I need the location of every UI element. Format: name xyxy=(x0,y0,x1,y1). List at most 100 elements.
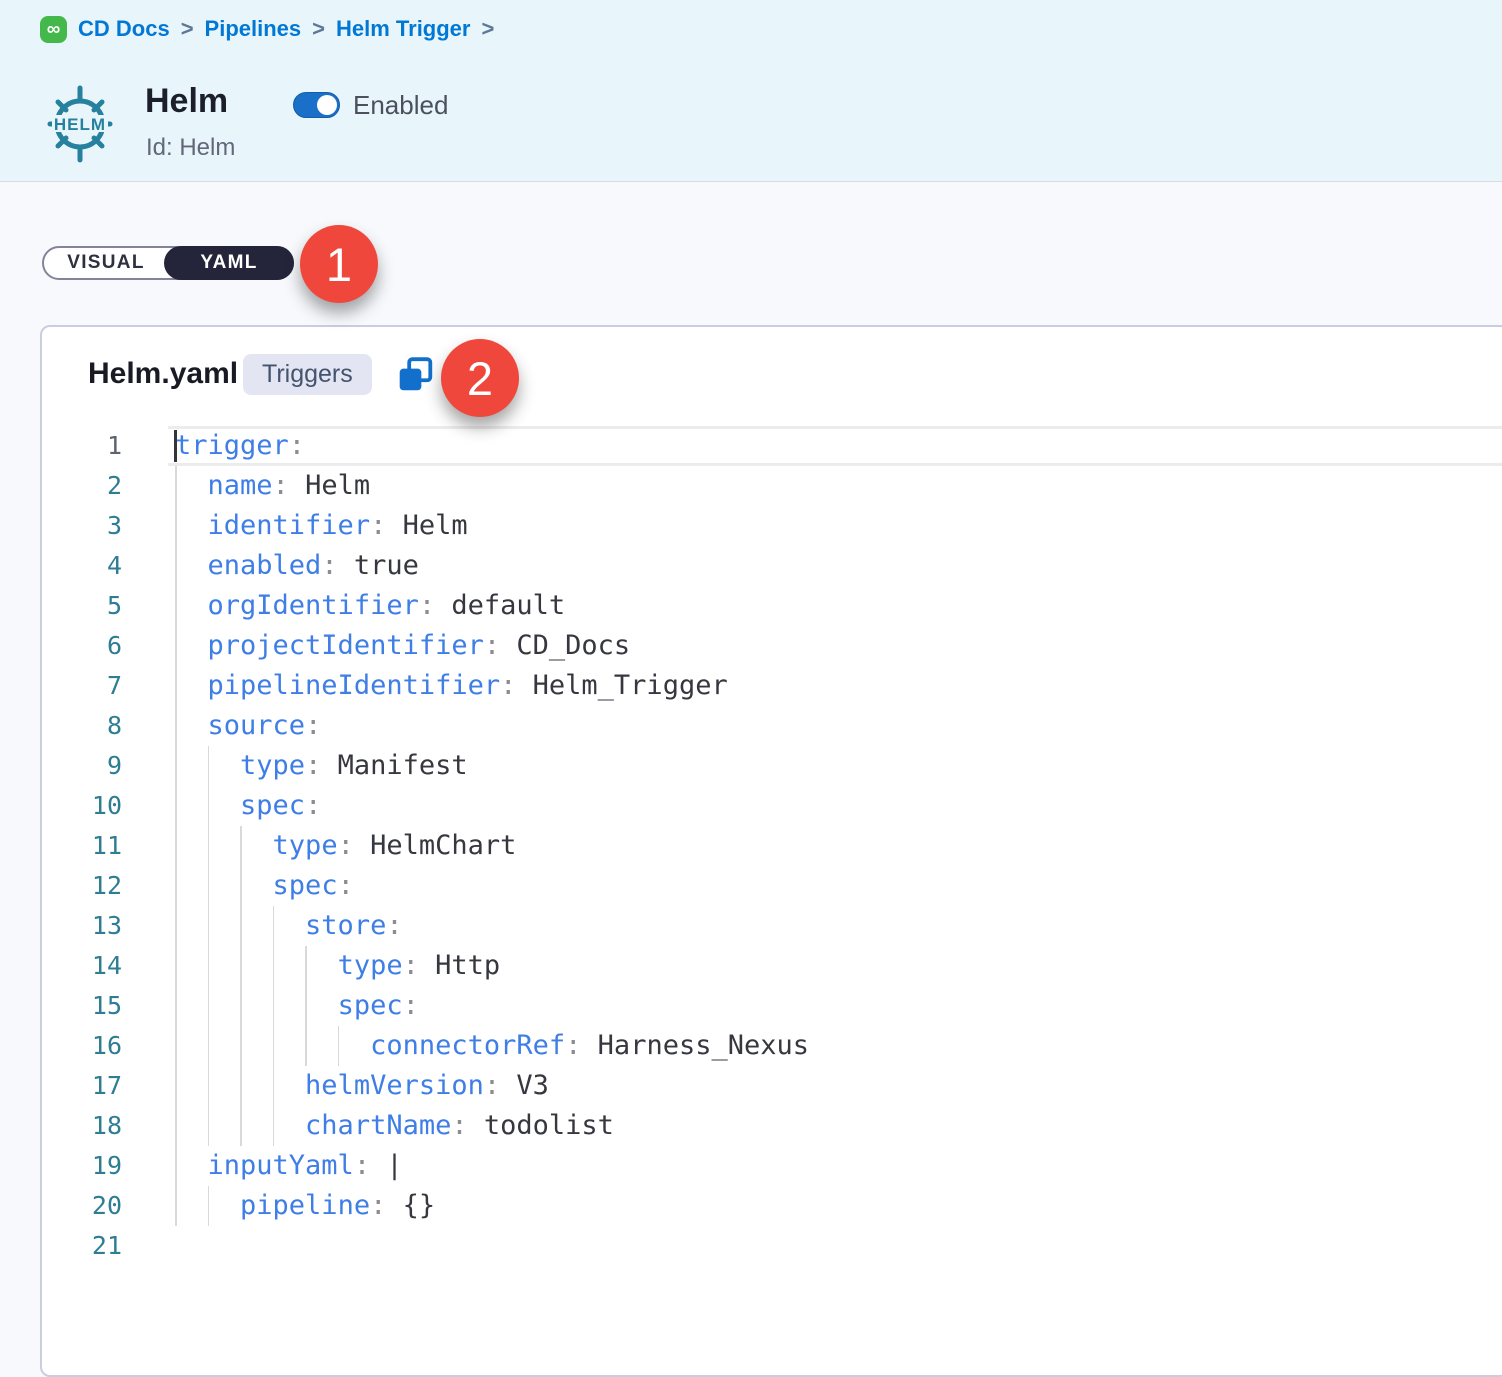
line-number: 21 xyxy=(42,1226,122,1266)
helm-logo: HELM xyxy=(42,82,118,166)
indent-guide xyxy=(273,1066,275,1106)
line-number: 3 xyxy=(42,506,122,546)
enabled-toggle[interactable] xyxy=(293,92,340,118)
code-line-content: spec: xyxy=(175,786,1502,826)
indent-guide xyxy=(208,826,210,866)
line-number: 8 xyxy=(42,706,122,746)
code-line[interactable]: 8 source: xyxy=(42,706,1502,746)
indent-guide xyxy=(175,946,177,986)
indent-guide xyxy=(175,666,177,706)
code-line-content xyxy=(175,1226,1502,1266)
yaml-key: enabled xyxy=(208,550,322,581)
indent-guide xyxy=(175,466,177,506)
code-line[interactable]: 14 type: Http xyxy=(42,946,1502,986)
code-line[interactable]: 13 store: xyxy=(42,906,1502,946)
code-line-content: inputYaml: | xyxy=(175,1146,1502,1186)
yaml-key: connectorRef xyxy=(370,1030,565,1061)
indent-guide xyxy=(240,946,242,986)
code-line-content: pipelineIdentifier: Helm_Trigger xyxy=(175,666,1502,706)
page-header: ∞ CD Docs>Pipelines>Helm Trigger> HELM H… xyxy=(0,0,1502,182)
breadcrumb-separator: > xyxy=(181,16,194,42)
indent-guide xyxy=(240,826,242,866)
code-line[interactable]: 17 helmVersion: V3 xyxy=(42,1066,1502,1106)
line-number: 6 xyxy=(42,626,122,666)
line-number: 19 xyxy=(42,1146,122,1186)
yaml-value: {} xyxy=(386,1190,435,1221)
code-line[interactable]: 15 spec: xyxy=(42,986,1502,1026)
indent-guide xyxy=(208,786,210,826)
code-line[interactable]: 18 chartName: todolist xyxy=(42,1106,1502,1146)
tab-visual[interactable]: VISUAL xyxy=(44,248,168,278)
code-line-content: spec: xyxy=(175,866,1502,906)
svg-text:HELM: HELM xyxy=(54,115,106,134)
breadcrumb-link[interactable]: Pipelines xyxy=(205,16,302,42)
annotation-badge-1: 1 xyxy=(300,225,378,303)
tab-yaml[interactable]: YAML xyxy=(164,246,294,280)
indent-guide xyxy=(208,1066,210,1106)
indent-guide xyxy=(305,946,307,986)
code-line[interactable]: 7 pipelineIdentifier: Helm_Trigger xyxy=(42,666,1502,706)
yaml-value: CD_Docs xyxy=(500,630,630,661)
code-line[interactable]: 1trigger: xyxy=(42,426,1502,466)
indent-guide xyxy=(273,946,275,986)
copy-icon[interactable] xyxy=(396,356,434,394)
indent-guide xyxy=(175,626,177,666)
code-line[interactable]: 21 xyxy=(42,1226,1502,1266)
indent-guide xyxy=(175,1026,177,1066)
line-number: 5 xyxy=(42,586,122,626)
line-number: 10 xyxy=(42,786,122,826)
code-line-content: pipeline: {} xyxy=(175,1186,1502,1226)
code-line-content: type: HelmChart xyxy=(175,826,1502,866)
yaml-key: source xyxy=(208,710,306,741)
indent-guide xyxy=(240,866,242,906)
code-line[interactable]: 16 connectorRef: Harness_Nexus xyxy=(42,1026,1502,1066)
yaml-key: orgIdentifier xyxy=(208,590,419,621)
code-line[interactable]: 3 identifier: Helm xyxy=(42,506,1502,546)
breadcrumb-link[interactable]: CD Docs xyxy=(78,16,170,42)
line-number: 14 xyxy=(42,946,122,986)
code-line-content: trigger: xyxy=(175,426,1502,466)
indent-guide xyxy=(175,546,177,586)
code-line[interactable]: 11 type: HelmChart xyxy=(42,826,1502,866)
indent-guide xyxy=(273,906,275,946)
code-line[interactable]: 9 type: Manifest xyxy=(42,746,1502,786)
indent-guide xyxy=(175,706,177,746)
indent-guide xyxy=(208,946,210,986)
code-line[interactable]: 5 orgIdentifier: default xyxy=(42,586,1502,626)
code-line[interactable]: 4 enabled: true xyxy=(42,546,1502,586)
indent-guide xyxy=(305,986,307,1026)
code-line[interactable]: 6 projectIdentifier: CD_Docs xyxy=(42,626,1502,666)
text-cursor xyxy=(174,430,177,462)
indent-guide xyxy=(175,1066,177,1106)
code-line[interactable]: 2 name: Helm xyxy=(42,466,1502,506)
code-line-content: enabled: true xyxy=(175,546,1502,586)
yaml-key: pipeline xyxy=(240,1190,370,1221)
code-line[interactable]: 12 spec: xyxy=(42,866,1502,906)
code-lines[interactable]: 1trigger:2 name: Helm3 identifier: Helm4… xyxy=(42,426,1502,1266)
indent-guide xyxy=(240,986,242,1026)
code-line[interactable]: 10 spec: xyxy=(42,786,1502,826)
breadcrumb-separator: > xyxy=(312,16,325,42)
code-line[interactable]: 20 pipeline: {} xyxy=(42,1186,1502,1226)
indent-guide xyxy=(208,1106,210,1146)
yaml-key: projectIdentifier xyxy=(208,630,484,661)
code-line-content: projectIdentifier: CD_Docs xyxy=(175,626,1502,666)
yaml-editor-panel: Helm.yaml Triggers 1trigger:2 name: Helm… xyxy=(40,325,1502,1377)
code-line[interactable]: 19 inputYaml: | xyxy=(42,1146,1502,1186)
yaml-key: spec xyxy=(273,870,338,901)
code-line-content: name: Helm xyxy=(175,466,1502,506)
triggers-chip[interactable]: Triggers xyxy=(243,354,372,395)
indent-guide xyxy=(208,906,210,946)
indent-guide xyxy=(175,1186,177,1226)
breadcrumb-link[interactable]: Helm Trigger xyxy=(336,16,470,42)
line-number: 7 xyxy=(42,666,122,706)
yaml-value: Helm xyxy=(289,470,370,501)
yaml-key: identifier xyxy=(208,510,371,541)
yaml-value: | xyxy=(370,1150,403,1181)
indent-guide xyxy=(240,1066,242,1106)
visual-yaml-switch[interactable]: VISUAL YAML xyxy=(42,246,294,280)
indent-guide xyxy=(175,866,177,906)
line-number: 17 xyxy=(42,1066,122,1106)
yaml-key: spec xyxy=(240,790,305,821)
line-number: 12 xyxy=(42,866,122,906)
